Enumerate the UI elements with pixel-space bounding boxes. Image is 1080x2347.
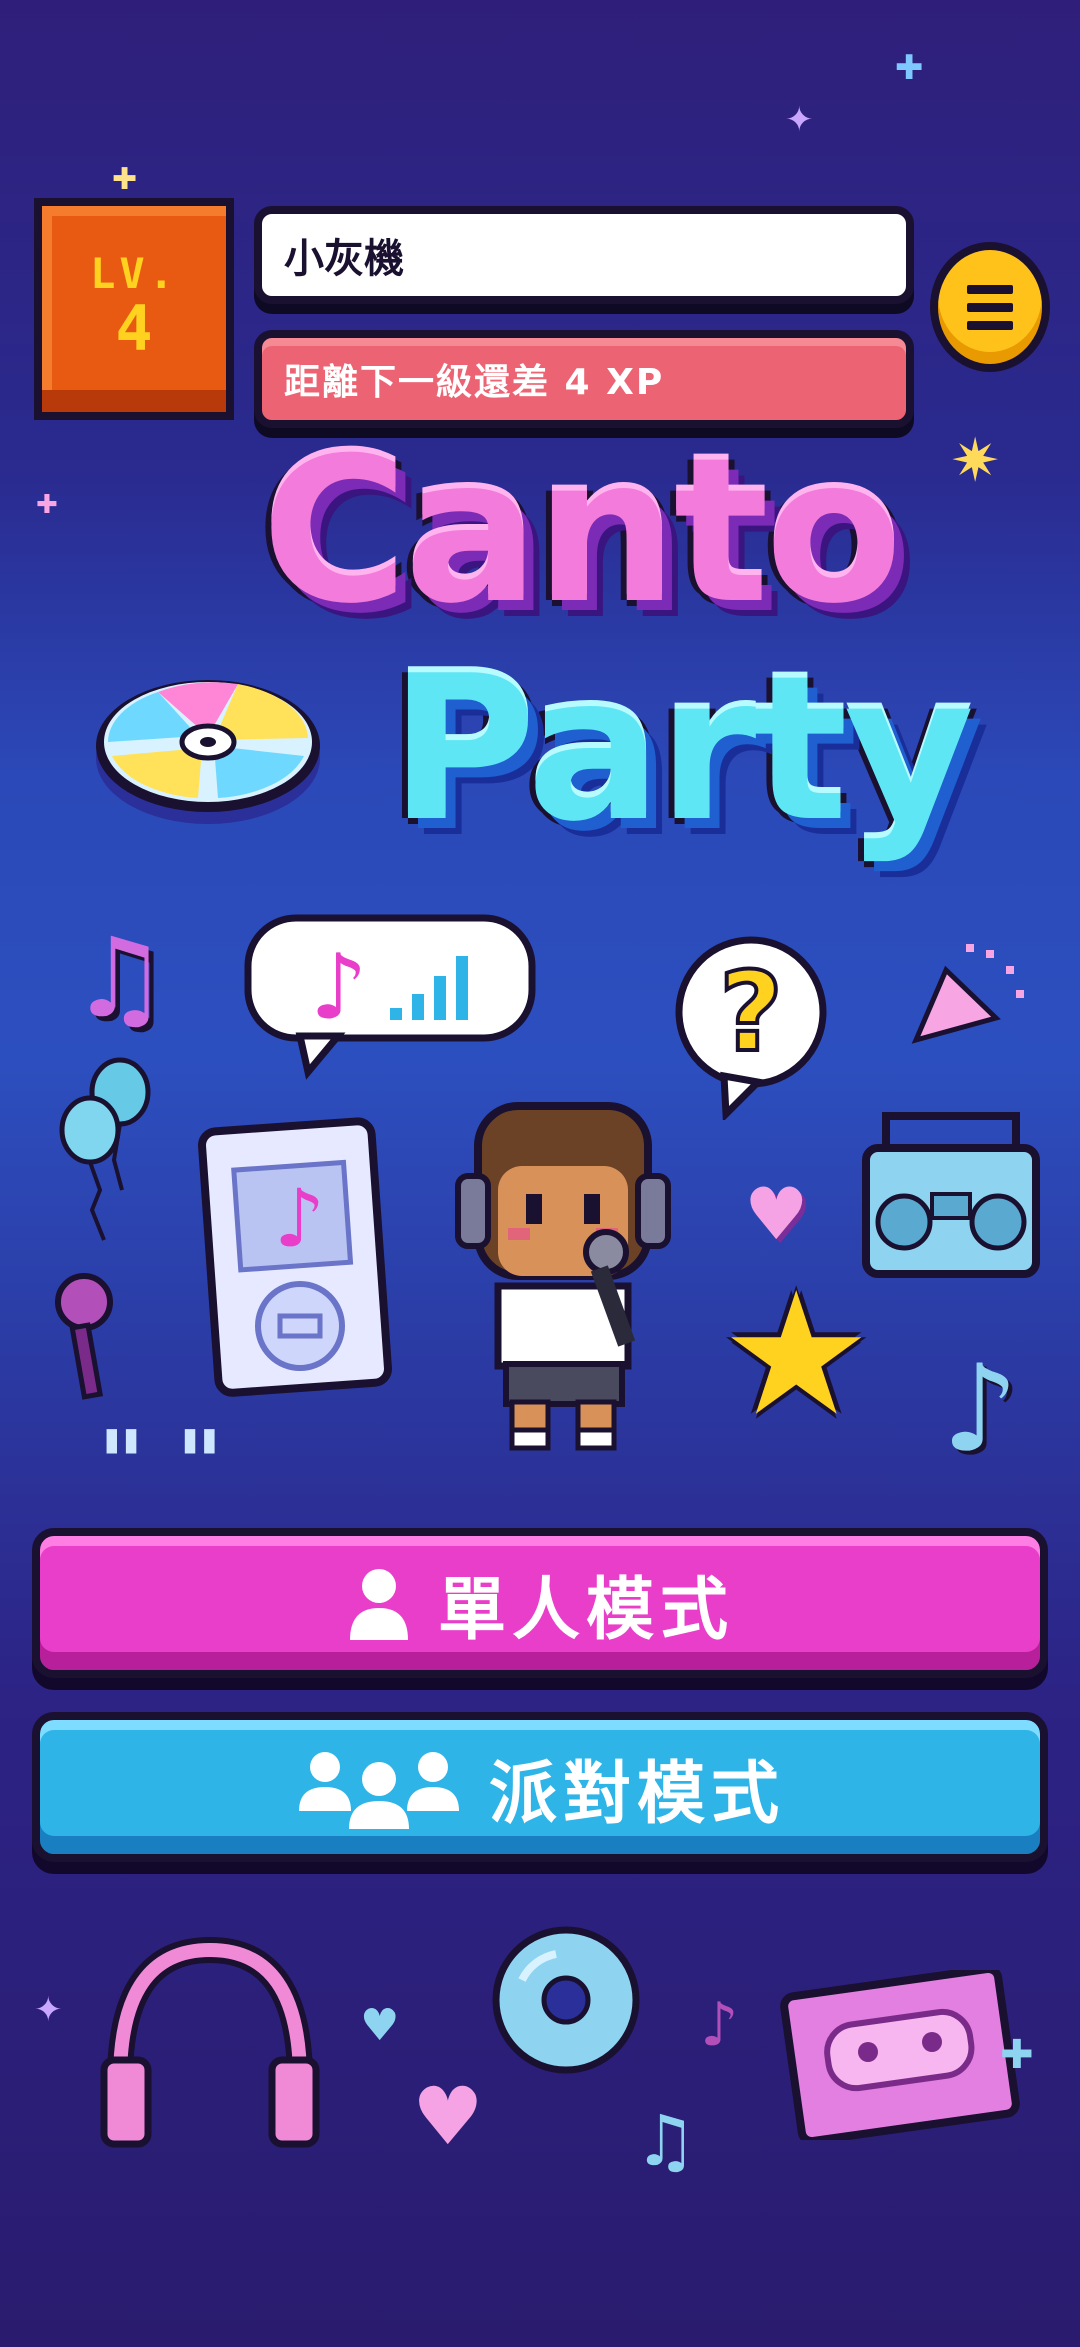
level-label: LV. <box>90 248 178 298</box>
cd-icon <box>492 1926 640 2074</box>
party-popper-icon <box>911 944 1024 1044</box>
speech-bubble-music-icon: ♪ <box>244 914 536 1080</box>
mp3-player-icon: ♪ <box>198 1117 392 1397</box>
music-note-icon: ♫ <box>70 914 169 1042</box>
single-person-icon <box>349 1569 408 1640</box>
sparkle-icon: ✚ <box>36 490 58 520</box>
player-name: 小灰機 <box>254 206 914 304</box>
level-badge: LV. 4 <box>34 198 234 420</box>
svg-text:♪: ♪ <box>310 935 367 1040</box>
microphone-icon <box>55 1273 113 1400</box>
svg-text:?: ? <box>719 948 783 1076</box>
game-title-line2: Party <box>389 633 975 866</box>
solo-mode-label: 單人模式 <box>437 1570 734 1650</box>
party-mode-label: 派對模式 <box>488 1754 785 1834</box>
group-people-icon <box>298 1752 459 1829</box>
sparkle-icon: ✷ <box>950 426 1001 496</box>
menu-button[interactable] <box>930 242 1050 372</box>
cassette-tape-icon <box>780 1970 1020 2140</box>
game-title-line1: Canto <box>261 415 902 648</box>
singer-character-icon <box>455 1102 671 1451</box>
svg-text:♪: ♪ <box>274 1172 325 1265</box>
cd-disc-icon <box>96 680 320 824</box>
music-note-icon: ♪ <box>942 1340 1019 1479</box>
party-mode-button[interactable]: 派對模式 <box>32 1712 1048 1862</box>
quote-marks-icon: " " <box>98 1412 224 1517</box>
solo-mode-button[interactable]: 單人模式 <box>32 1528 1048 1678</box>
star-icon: ★ <box>720 1256 873 1454</box>
sparkle-icon: ✦ <box>34 1990 63 2030</box>
music-note-icon: ♪ <box>700 1990 739 2060</box>
boombox-icon <box>862 1112 1040 1278</box>
sparkle-icon: ✚ <box>895 48 924 88</box>
sparkle-icon: ✦ <box>785 100 814 140</box>
hamburger-menu-icon <box>967 284 1013 294</box>
heart-icon: ♥ <box>744 1172 809 1256</box>
balloons-icon <box>59 1057 151 1241</box>
level-value: 4 <box>115 291 153 365</box>
heart-icon: ♥ <box>360 2000 400 2051</box>
sparkle-icon: ✚ <box>1000 2032 1034 2078</box>
headphones-icon <box>100 1936 320 2148</box>
heart-icon: ♥ <box>412 2070 484 2163</box>
music-note-icon: ♫ <box>634 2100 697 2182</box>
xp-progress-text: 距離下一級還差 4 XP <box>254 330 914 428</box>
sparkle-icon: ✚ <box>112 162 138 197</box>
